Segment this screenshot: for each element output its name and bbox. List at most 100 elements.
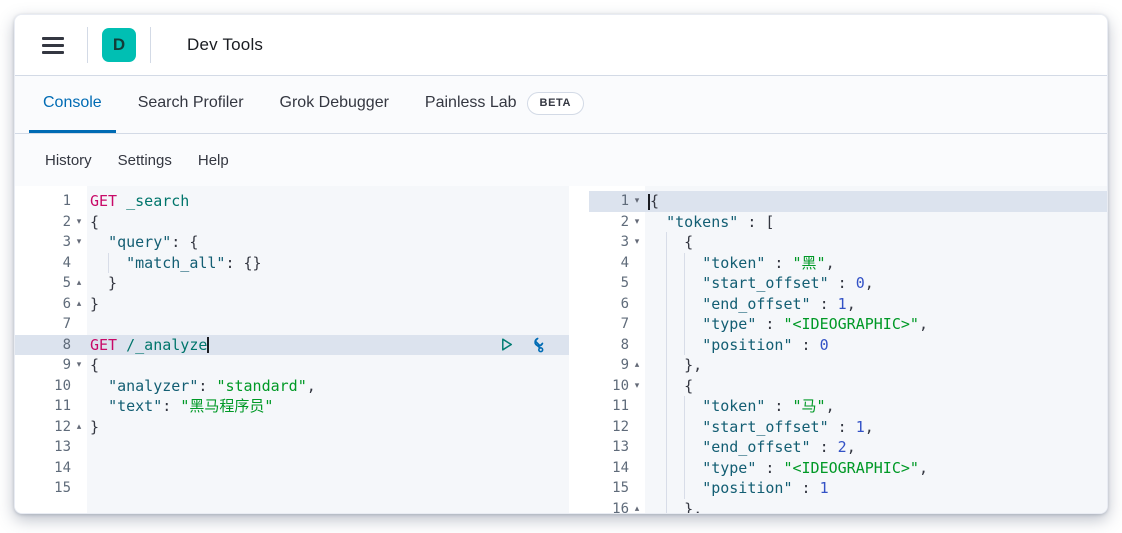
menu-item-help[interactable]: Help bbox=[188, 146, 239, 175]
menu-icon[interactable] bbox=[33, 25, 73, 65]
response-viewer[interactable]: 1▾{2▾ "tokens" : [3▾ {4 "token" : "黑",5 … bbox=[589, 186, 1107, 514]
request-editor[interactable]: 1GET _search2▾{3▾ "query": {4 "match_all… bbox=[15, 186, 569, 514]
code-line: 9▾{ bbox=[15, 355, 569, 376]
fold-icon[interactable]: ▴ bbox=[71, 417, 87, 438]
line-number: 6 bbox=[63, 294, 71, 315]
code-line: 12▴} bbox=[15, 417, 569, 438]
send-request-button[interactable] bbox=[498, 336, 515, 353]
line-number: 2 bbox=[63, 212, 71, 233]
line-number: 6 bbox=[621, 294, 629, 315]
code-line: 14 "type" : "<IDEOGRAPHIC>", bbox=[589, 458, 1107, 479]
tab-painless-lab[interactable]: Painless Lab BETA bbox=[411, 76, 598, 133]
code-line: 12 "start_offset" : 1, bbox=[589, 417, 1107, 438]
request-options-button[interactable] bbox=[527, 336, 545, 354]
code-line: 11 "token" : "马", bbox=[589, 396, 1107, 417]
line-number: 1 bbox=[621, 191, 629, 212]
code-line: 4 "token" : "黑", bbox=[589, 253, 1107, 274]
app-logo[interactable]: D bbox=[102, 28, 136, 62]
top-bar: D Dev Tools bbox=[15, 15, 1107, 76]
menu-item-history[interactable]: History bbox=[35, 146, 102, 175]
code-line: 1GET _search bbox=[15, 191, 569, 212]
line-number: 8 bbox=[621, 335, 629, 356]
fold-icon[interactable]: ▾ bbox=[629, 232, 645, 253]
code-line: 14 bbox=[15, 458, 569, 479]
code-line: 8 "position" : 0 bbox=[589, 335, 1107, 356]
fold-icon[interactable]: ▴ bbox=[71, 273, 87, 294]
line-number: 13 bbox=[612, 437, 629, 458]
header-divider bbox=[150, 27, 151, 63]
tab-label: Console bbox=[43, 94, 102, 112]
header-divider bbox=[87, 27, 88, 63]
code-line: 15 "position" : 1 bbox=[589, 478, 1107, 499]
line-number: 1 bbox=[63, 191, 71, 212]
line-number: 4 bbox=[63, 253, 71, 274]
line-number: 10 bbox=[612, 376, 629, 397]
page-title: Dev Tools bbox=[187, 35, 263, 55]
wrench-icon bbox=[527, 336, 545, 354]
tab-label: Grok Debugger bbox=[280, 94, 389, 112]
line-number: 14 bbox=[612, 458, 629, 479]
tab-console[interactable]: Console bbox=[29, 76, 116, 133]
line-number: 11 bbox=[612, 396, 629, 417]
code-line: 10▾ { bbox=[589, 376, 1107, 397]
line-number: 7 bbox=[621, 314, 629, 335]
line-number: 14 bbox=[54, 458, 71, 479]
line-number: 8 bbox=[63, 335, 71, 356]
tab-grok-debugger[interactable]: Grok Debugger bbox=[266, 76, 403, 133]
tab-search-profiler[interactable]: Search Profiler bbox=[124, 76, 258, 133]
play-icon bbox=[498, 336, 515, 353]
line-number: 3 bbox=[63, 232, 71, 253]
line-number: 12 bbox=[612, 417, 629, 438]
code-line: 6▴} bbox=[15, 294, 569, 315]
fold-icon[interactable]: ▾ bbox=[629, 376, 645, 397]
tab-label: Search Profiler bbox=[138, 94, 244, 112]
console-editors: 1GET _search2▾{3▾ "query": {4 "match_all… bbox=[15, 186, 1107, 514]
code-line: 7 "type" : "<IDEOGRAPHIC>", bbox=[589, 314, 1107, 335]
code-line: 5▴ } bbox=[15, 273, 569, 294]
line-number: 11 bbox=[54, 396, 71, 417]
line-number: 2 bbox=[621, 212, 629, 233]
fold-icon[interactable]: ▾ bbox=[629, 212, 645, 233]
code-line: 2▾{ bbox=[15, 212, 569, 233]
fold-icon[interactable]: ▴ bbox=[629, 355, 645, 376]
fold-icon[interactable]: ▾ bbox=[71, 355, 87, 376]
fold-icon[interactable]: ▴ bbox=[71, 294, 87, 315]
code-line: 6 "end_offset" : 1, bbox=[589, 294, 1107, 315]
tab-label: Painless Lab bbox=[425, 94, 517, 112]
line-number: 9 bbox=[63, 355, 71, 376]
code-line: 9▴ }, bbox=[589, 355, 1107, 376]
code-line: 2▾ "tokens" : [ bbox=[589, 212, 1107, 233]
fold-icon[interactable]: ▾ bbox=[71, 212, 87, 233]
line-number: 16 bbox=[612, 499, 629, 515]
code-line: 3▾ { bbox=[589, 232, 1107, 253]
code-line: 15 bbox=[15, 478, 569, 499]
active-code-line: 8GET /_analyze bbox=[15, 335, 569, 356]
fold-icon[interactable]: ▴ bbox=[629, 499, 645, 515]
devtools-window: D Dev Tools Console Search Profiler Grok D… bbox=[14, 14, 1108, 514]
code-line: 13 "end_offset" : 2, bbox=[589, 437, 1107, 458]
code-line: 11 "text": "黑马程序员" bbox=[15, 396, 569, 417]
beta-badge: BETA bbox=[527, 92, 585, 115]
tab-bar: Console Search Profiler Grok Debugger Painl… bbox=[15, 76, 1107, 134]
menu-item-settings[interactable]: Settings bbox=[108, 146, 182, 175]
code-line: 4 "match_all": {} bbox=[15, 253, 569, 274]
code-line: 13 bbox=[15, 437, 569, 458]
line-number: 15 bbox=[54, 478, 71, 499]
line-number: 3 bbox=[621, 232, 629, 253]
line-number: 4 bbox=[621, 253, 629, 274]
code-line: 10 "analyzer": "standard", bbox=[15, 376, 569, 397]
fold-icon[interactable]: ▾ bbox=[629, 191, 645, 212]
code-line: 5 "start_offset" : 0, bbox=[589, 273, 1107, 294]
text-cursor bbox=[207, 337, 209, 353]
line-number: 5 bbox=[621, 273, 629, 294]
code-line: 3▾ "query": { bbox=[15, 232, 569, 253]
console-menu-bar: HistorySettingsHelp bbox=[15, 134, 1107, 186]
line-number: 10 bbox=[54, 376, 71, 397]
line-number: 15 bbox=[612, 478, 629, 499]
line-number: 12 bbox=[54, 417, 71, 438]
active-code-line: 1▾{ bbox=[589, 191, 1107, 212]
code-line: 7 bbox=[15, 314, 569, 335]
line-number: 13 bbox=[54, 437, 71, 458]
panel-resizer[interactable] bbox=[569, 186, 589, 514]
fold-icon[interactable]: ▾ bbox=[71, 232, 87, 253]
